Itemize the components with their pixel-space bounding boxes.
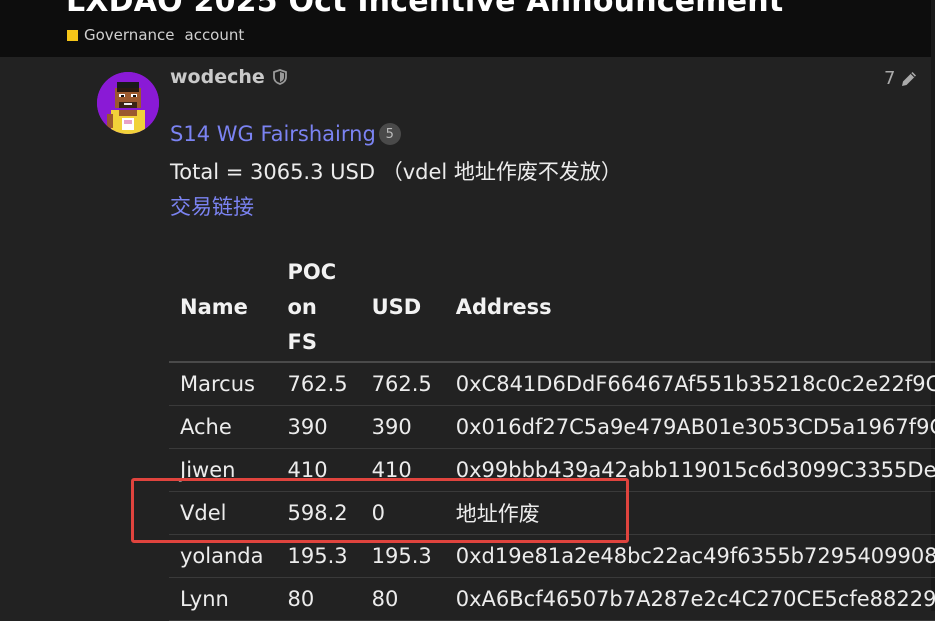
cell-address: 0x016df27C5a9e479AB01e3053CD5a1967f9C (443, 405, 935, 449)
post-author: wodeche (170, 66, 287, 88)
column-header-usd: USD (359, 253, 444, 363)
cell-address: 0xA6Bcf46507b7A287e2c4C270CE5cfe88229 (443, 577, 935, 621)
transaction-link[interactable]: 交易链接 (170, 191, 254, 221)
cell-poc: 80 (275, 577, 360, 621)
cell-name: Lynn (169, 577, 276, 621)
shield-icon (272, 69, 287, 85)
edit-count: 7 (884, 68, 896, 89)
category-link[interactable]: Governance (84, 26, 175, 44)
table-row: Ache 390 390 0x016df27C5a9e479AB01e3053C… (169, 405, 935, 449)
category-color-square (67, 29, 78, 41)
topic-header: LXDAO 2025 Oct Incentive Announcement Go… (0, 0, 935, 57)
column-header-name: Name (169, 253, 276, 363)
cell-usd: 80 (359, 577, 444, 621)
topic-title[interactable]: LXDAO 2025 Oct Incentive Announcement (66, 0, 783, 19)
table-row: Lynn 80 80 0xA6Bcf46507b7A287e2c4C270CE5… (169, 577, 935, 621)
red-highlight-box (131, 478, 629, 543)
column-header-address: Address (443, 253, 935, 363)
rewards-table: Name POC on FS USD Address Marcus 762.5 76… (169, 253, 935, 621)
pencil-icon (902, 71, 917, 86)
onebox-link[interactable]: S14 WG Fairshairng 5 (170, 122, 401, 146)
edit-history-button[interactable]: 7 (884, 68, 919, 89)
cell-name: Ache (169, 405, 276, 449)
tag-link[interactable]: account (185, 26, 245, 44)
table-row: Marcus 762.5 762.5 0xC841D6DdF66467Af551… (169, 362, 935, 406)
topic-breadcrumb: Governance account (67, 26, 244, 44)
cell-poc: 390 (275, 405, 360, 449)
cell-usd: 390 (359, 405, 444, 449)
onebox-link-text: S14 WG Fairshairng (170, 122, 376, 146)
column-header-poc-on-fs: POC on FS (275, 253, 360, 363)
cell-poc: 762.5 (275, 362, 360, 406)
link-click-count-badge: 5 (378, 123, 401, 145)
cell-usd: 762.5 (359, 362, 444, 406)
avatar-pixel-art-icon (97, 72, 159, 134)
username-link[interactable]: wodeche (170, 66, 265, 88)
total-text: Total = 3065.3 USD （vdel 地址作废不发放） (170, 160, 622, 184)
avatar[interactable] (97, 72, 159, 134)
cell-name: Marcus (169, 362, 276, 406)
table-header-row: Name POC on FS USD Address (169, 253, 935, 363)
cell-address: 0xC841D6DdF66467Af551b35218c0c2e22f9C (443, 362, 935, 406)
